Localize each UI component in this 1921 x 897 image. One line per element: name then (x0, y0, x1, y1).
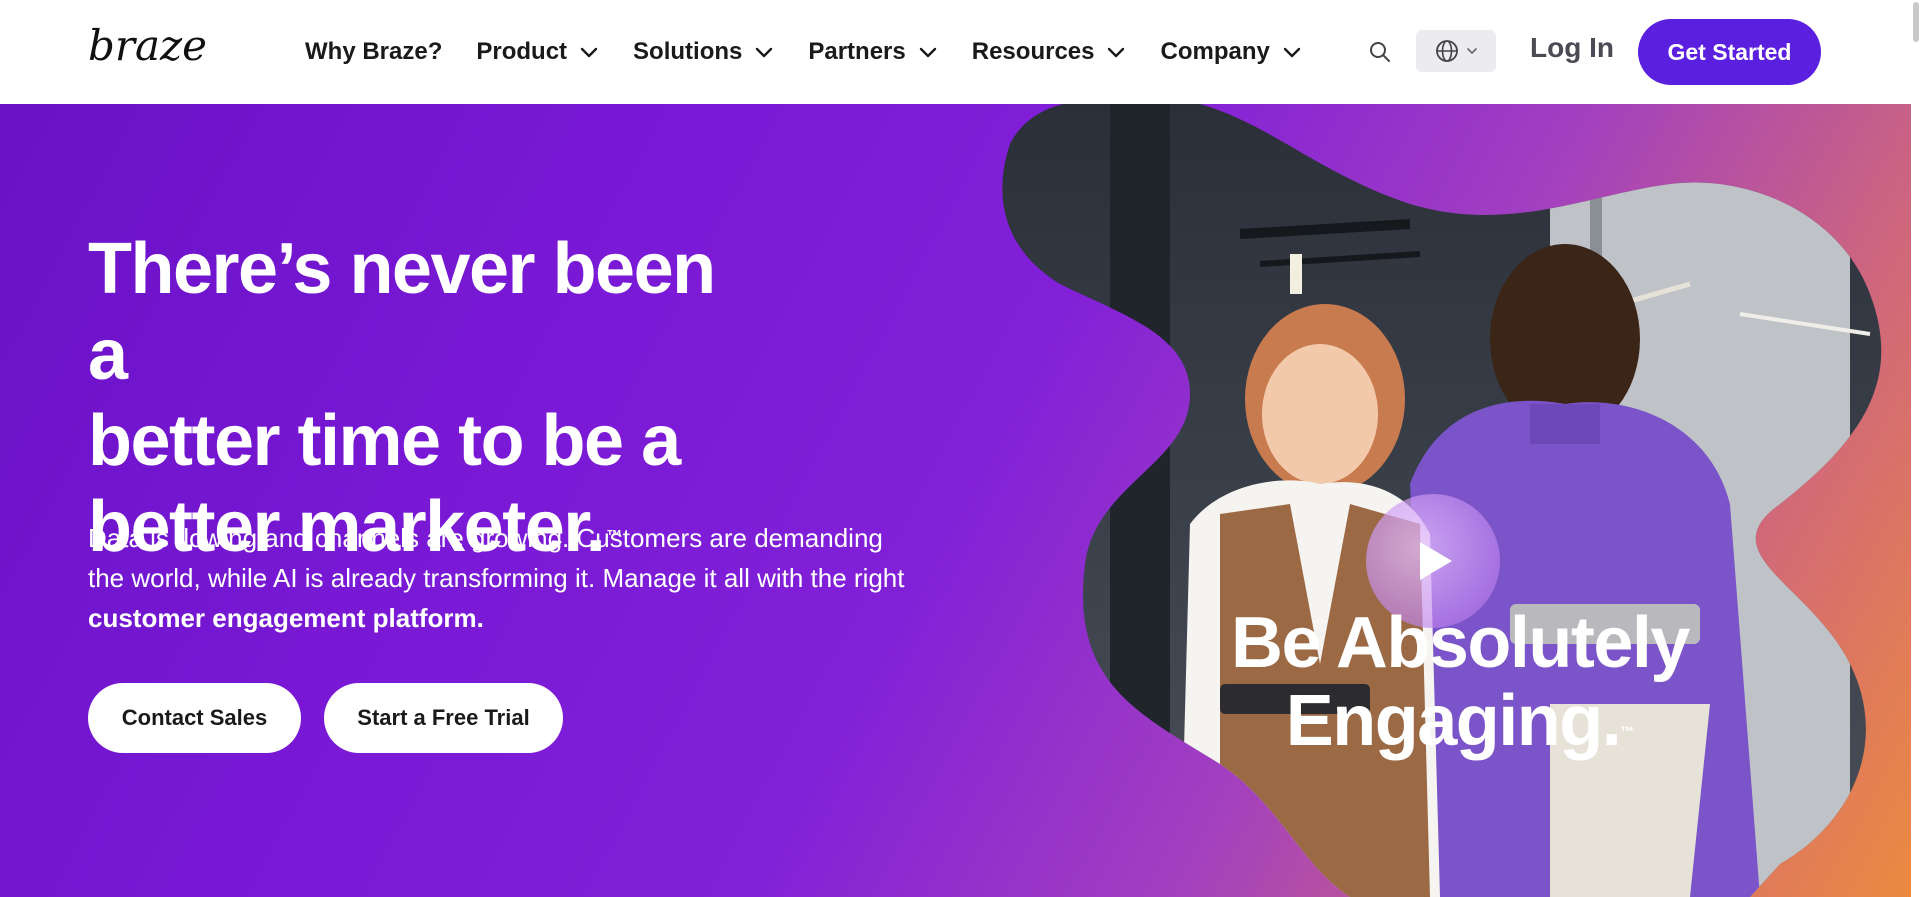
contact-sales-button[interactable]: Contact Sales (88, 683, 301, 753)
trademark-symbol: ™ (1620, 723, 1635, 739)
search-button[interactable] (1366, 38, 1394, 66)
hero-description-bold: customer engagement platform. (88, 603, 484, 633)
hero-section: There’s never been a better time to be a… (0, 104, 1911, 897)
overlay-line-1: Be Absolutely (1231, 603, 1690, 683)
hero-description-text: Data is flowing and channels are growing… (88, 523, 905, 593)
free-trial-button[interactable]: Start a Free Trial (324, 683, 563, 753)
headline-line-2: better time to be a (88, 401, 681, 481)
scrollbar-thumb[interactable] (1913, 2, 1919, 42)
nav-product[interactable]: Product (476, 38, 599, 66)
scrollbar[interactable] (1911, 0, 1921, 897)
video-overlay-title: Be Absolutely Engaging.™ (1200, 604, 1720, 760)
nav-item-label: Why Braze? (305, 38, 443, 65)
nav-partners[interactable]: Partners (808, 38, 937, 66)
nav-item-label: Product (476, 38, 568, 65)
headline-line-1: There’s never been a (88, 229, 716, 395)
chevron-down-icon (756, 47, 773, 58)
braze-logo[interactable]: braze (88, 20, 208, 80)
nav-item-label: Solutions (633, 38, 743, 65)
nav-item-label: Partners (808, 38, 906, 65)
search-icon (1370, 42, 1390, 62)
nav-item-label: Company (1160, 38, 1270, 65)
globe-icon (1436, 40, 1458, 62)
chevron-down-icon (1283, 47, 1301, 58)
chevron-down-icon (1108, 47, 1125, 58)
hero-description: Data is flowing and channels are growing… (88, 518, 908, 638)
overlay-line-2: Engaging. (1285, 681, 1622, 761)
login-link[interactable]: Log In (1530, 32, 1614, 64)
nav-item-label: Resources (971, 38, 1095, 65)
nav-company[interactable]: Company (1160, 38, 1301, 66)
site-header: braze Why Braze? Product Solutions Partn… (0, 0, 1921, 104)
chevron-down-icon (1467, 48, 1477, 55)
get-started-button[interactable]: Get Started (1638, 19, 1821, 85)
play-icon (1420, 542, 1452, 580)
nav-solutions[interactable]: Solutions (633, 38, 774, 66)
svg-text:braze: braze (88, 21, 207, 70)
chevron-down-icon (580, 47, 598, 58)
chevron-down-icon (919, 47, 936, 58)
nav-why-braze[interactable]: Why Braze? (305, 38, 442, 66)
main-nav: Why Braze? Product Solutions Partners Re… (305, 0, 1336, 104)
language-selector[interactable] (1416, 30, 1496, 72)
nav-resources[interactable]: Resources (972, 38, 1127, 66)
